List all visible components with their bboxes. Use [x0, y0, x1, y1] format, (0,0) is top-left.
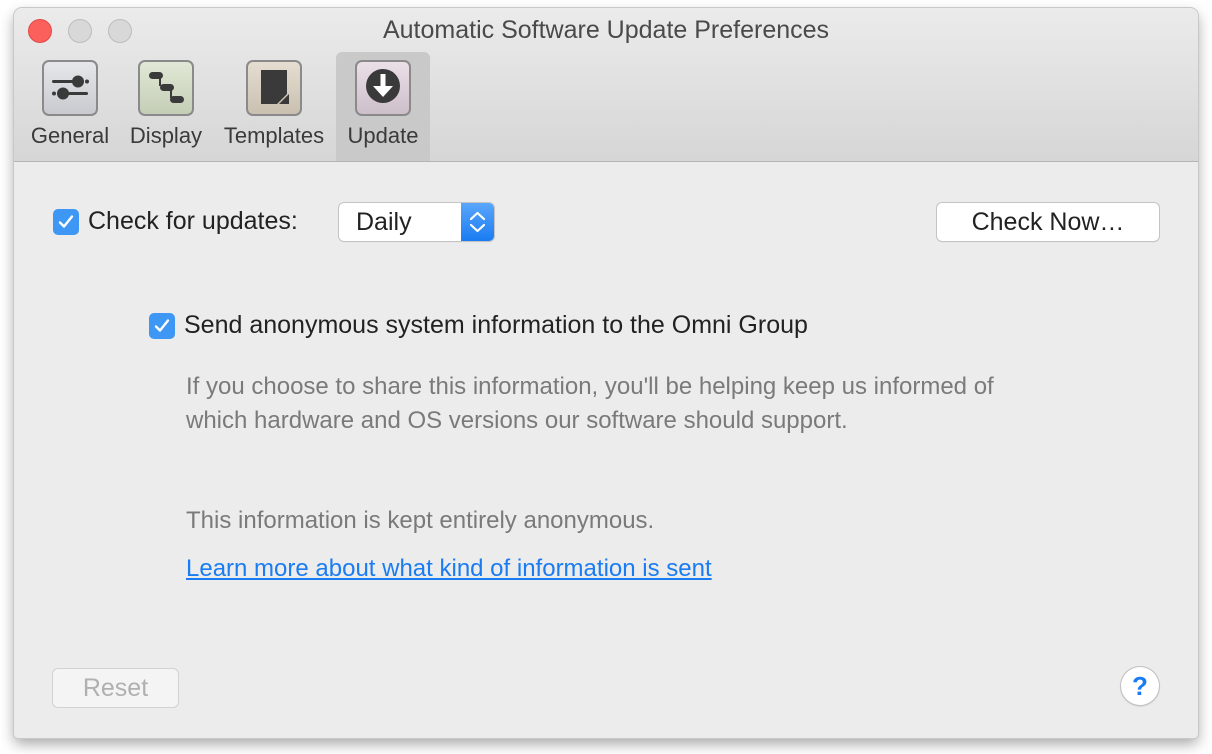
update-frequency-popup[interactable]: Daily — [339, 203, 494, 241]
send-info-checkbox[interactable] — [149, 313, 175, 339]
checkmark-icon — [154, 319, 170, 332]
sliders-icon — [42, 60, 98, 116]
outline-hierarchy-icon — [138, 60, 194, 116]
tab-display-label: Display — [129, 123, 203, 148]
tab-templates-label: Templates — [223, 123, 325, 148]
help-button[interactable]: ? — [1121, 667, 1159, 705]
preferences-window: Automatic Software Update Preferences Ge… — [14, 8, 1198, 738]
download-arrow-icon — [355, 60, 411, 116]
title-bar: Automatic Software Update Preferences Ge… — [14, 8, 1198, 162]
document-page-icon — [246, 60, 302, 116]
popup-stepper[interactable] — [461, 203, 494, 241]
question-mark-icon: ? — [1132, 671, 1148, 701]
window-title: Automatic Software Update Preferences — [382, 16, 830, 44]
checkmark-icon — [58, 215, 74, 228]
check-for-updates-checkbox[interactable] — [53, 209, 79, 235]
send-info-label: Send anonymous system information to the… — [184, 311, 808, 339]
check-now-button[interactable]: Check Now… — [937, 203, 1159, 241]
reset-button[interactable]: Reset — [53, 669, 178, 707]
tab-update-label: Update — [347, 123, 419, 148]
anonymous-note: This information is kept entirely anonym… — [186, 507, 655, 534]
tab-update[interactable]: Update — [336, 52, 430, 161]
update-frequency-value: Daily — [356, 208, 412, 236]
tab-display[interactable]: Display — [124, 52, 208, 161]
learn-more-link[interactable]: Learn more about what kind of informatio… — [186, 555, 712, 583]
tab-general-label: General — [30, 123, 110, 148]
send-info-description: If you choose to share this information,… — [186, 373, 994, 434]
check-for-updates-label: Check for updates: — [88, 207, 298, 235]
update-pane: Check for updates: Daily Check Now… Send… — [14, 162, 1198, 738]
up-down-chevron-icon — [469, 211, 486, 233]
tab-general[interactable]: General — [28, 52, 112, 161]
tab-templates[interactable]: Templates — [219, 52, 329, 161]
